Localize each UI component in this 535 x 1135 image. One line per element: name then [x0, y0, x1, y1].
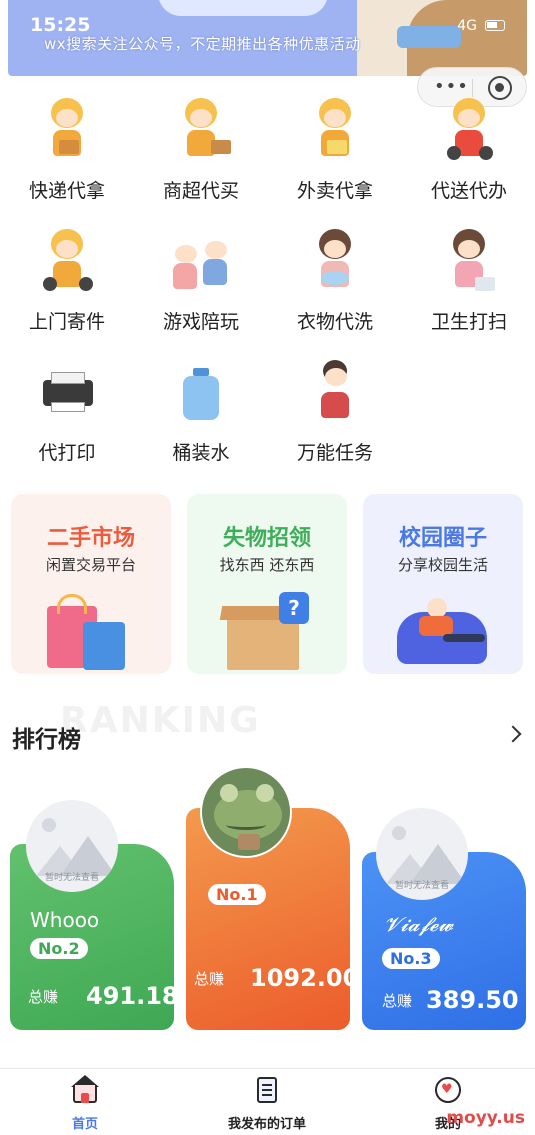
- service-label: 代打印: [38, 442, 96, 464]
- service-cleaning[interactable]: 卫生打扫: [402, 219, 535, 344]
- status-time: 15:25: [30, 14, 91, 36]
- delivery-errand-icon: [439, 96, 499, 162]
- earn-amount: 491.18: [86, 982, 179, 1010]
- promo-lost-found[interactable]: 失物招领 找东西 还东西 ?: [187, 494, 347, 674]
- network-indicator: 4G: [457, 18, 477, 34]
- promo-title: 校园圈子: [398, 526, 487, 551]
- service-label: 上门寄件: [28, 311, 105, 333]
- service-label: 桶装水: [172, 442, 230, 464]
- service-courier-pickup[interactable]: 快递代拿: [0, 88, 134, 213]
- avatar-placeholder: 暂时无法查看: [376, 808, 468, 900]
- universal-task-icon: [305, 358, 365, 424]
- promo-subtitle: 闲置交易平台: [45, 556, 136, 574]
- banner-text: wx搜索关注公众号，不定期推出各种优惠活动: [44, 35, 361, 53]
- ranking-watermark: RANKING: [60, 700, 261, 741]
- earn-label: 总赚: [28, 988, 59, 1006]
- service-label: 外卖代拿: [296, 180, 373, 202]
- order-list-icon: [252, 1075, 282, 1105]
- cleaning-icon: [439, 227, 499, 293]
- profile-icon: ♥: [433, 1075, 463, 1105]
- service-label: 代送代办: [430, 180, 507, 202]
- service-delivery-errand[interactable]: 代送代办: [402, 88, 535, 213]
- earn-amount: 389.50: [426, 986, 519, 1014]
- service-label: 卫生打扫: [430, 311, 507, 333]
- battery-icon: [485, 20, 505, 31]
- rank-badge: No.3: [382, 948, 440, 969]
- service-supermarket-buy[interactable]: 商超代买: [134, 88, 268, 213]
- service-label: 快递代拿: [28, 180, 105, 202]
- promo-second-hand[interactable]: 二手市场 闲置交易平台: [11, 494, 171, 674]
- service-label: 衣物代洗: [296, 311, 373, 333]
- earn-amount: 1092.00: [250, 964, 360, 992]
- tab-label: 我发布的订单: [227, 1117, 306, 1132]
- service-label: 游戏陪玩: [162, 311, 239, 333]
- takeout-pickup-icon: [305, 96, 365, 162]
- ranking-title: 排行榜: [12, 727, 81, 753]
- chevron-right-icon[interactable]: [504, 725, 522, 743]
- water-bottle-icon: [171, 358, 231, 424]
- courier-pickup-icon: [37, 96, 97, 162]
- avatar-caption: 暂时无法查看: [394, 881, 449, 891]
- earn-label: 总赚: [194, 970, 225, 988]
- service-label: 商超代买: [162, 180, 239, 202]
- promo-subtitle: 分享校园生活: [397, 556, 488, 574]
- service-water[interactable]: 桶装水: [134, 350, 268, 475]
- laundry-icon: [305, 227, 365, 293]
- service-universal-task[interactable]: 万能任务: [268, 350, 402, 475]
- promo-title: 失物招领: [222, 526, 311, 551]
- home-icon: [70, 1075, 100, 1105]
- service-label: 万能任务: [296, 442, 373, 464]
- service-printing[interactable]: 代打印: [0, 350, 134, 475]
- avatar-caption: 暂时无法查看: [44, 873, 99, 883]
- tab-label: 首页: [71, 1117, 98, 1132]
- service-takeout-pickup[interactable]: 外卖代拿: [268, 88, 402, 213]
- avatar: [200, 766, 292, 858]
- tab-home[interactable]: 首页: [15, 1075, 155, 1132]
- rank-badge: No.2: [30, 938, 88, 959]
- dog-photo: [357, 0, 527, 76]
- site-watermark: moyy.us: [446, 1108, 525, 1128]
- promo-subtitle: 找东西 还东西: [219, 556, 315, 574]
- rank-name: 𝓥𝓲𝓪𝓯𝓮𝔀: [384, 912, 454, 936]
- service-laundry[interactable]: 衣物代洗: [268, 219, 402, 344]
- service-door-shipping[interactable]: 上门寄件: [0, 219, 134, 344]
- supermarket-buy-icon: [171, 96, 231, 162]
- game-companion-icon: [171, 227, 231, 293]
- earn-label: 总赚: [382, 992, 413, 1010]
- tab-my-orders[interactable]: 我发布的订单: [197, 1075, 337, 1132]
- rank-name: Whooo: [30, 908, 100, 932]
- promo-title: 二手市场: [46, 526, 135, 551]
- avatar-placeholder: 暂时无法查看: [26, 800, 118, 892]
- top-banner[interactable]: wx搜索关注公众号，不定期推出各种优惠活动: [8, 0, 527, 76]
- door-shipping-icon: [37, 227, 97, 293]
- service-game-companion[interactable]: 游戏陪玩: [134, 219, 268, 344]
- promo-campus-circle[interactable]: 校园圈子 分享校园生活: [363, 494, 523, 674]
- cloud-decoration: [158, 0, 328, 16]
- rank-badge: No.1: [208, 884, 266, 905]
- printer-icon: [37, 358, 97, 424]
